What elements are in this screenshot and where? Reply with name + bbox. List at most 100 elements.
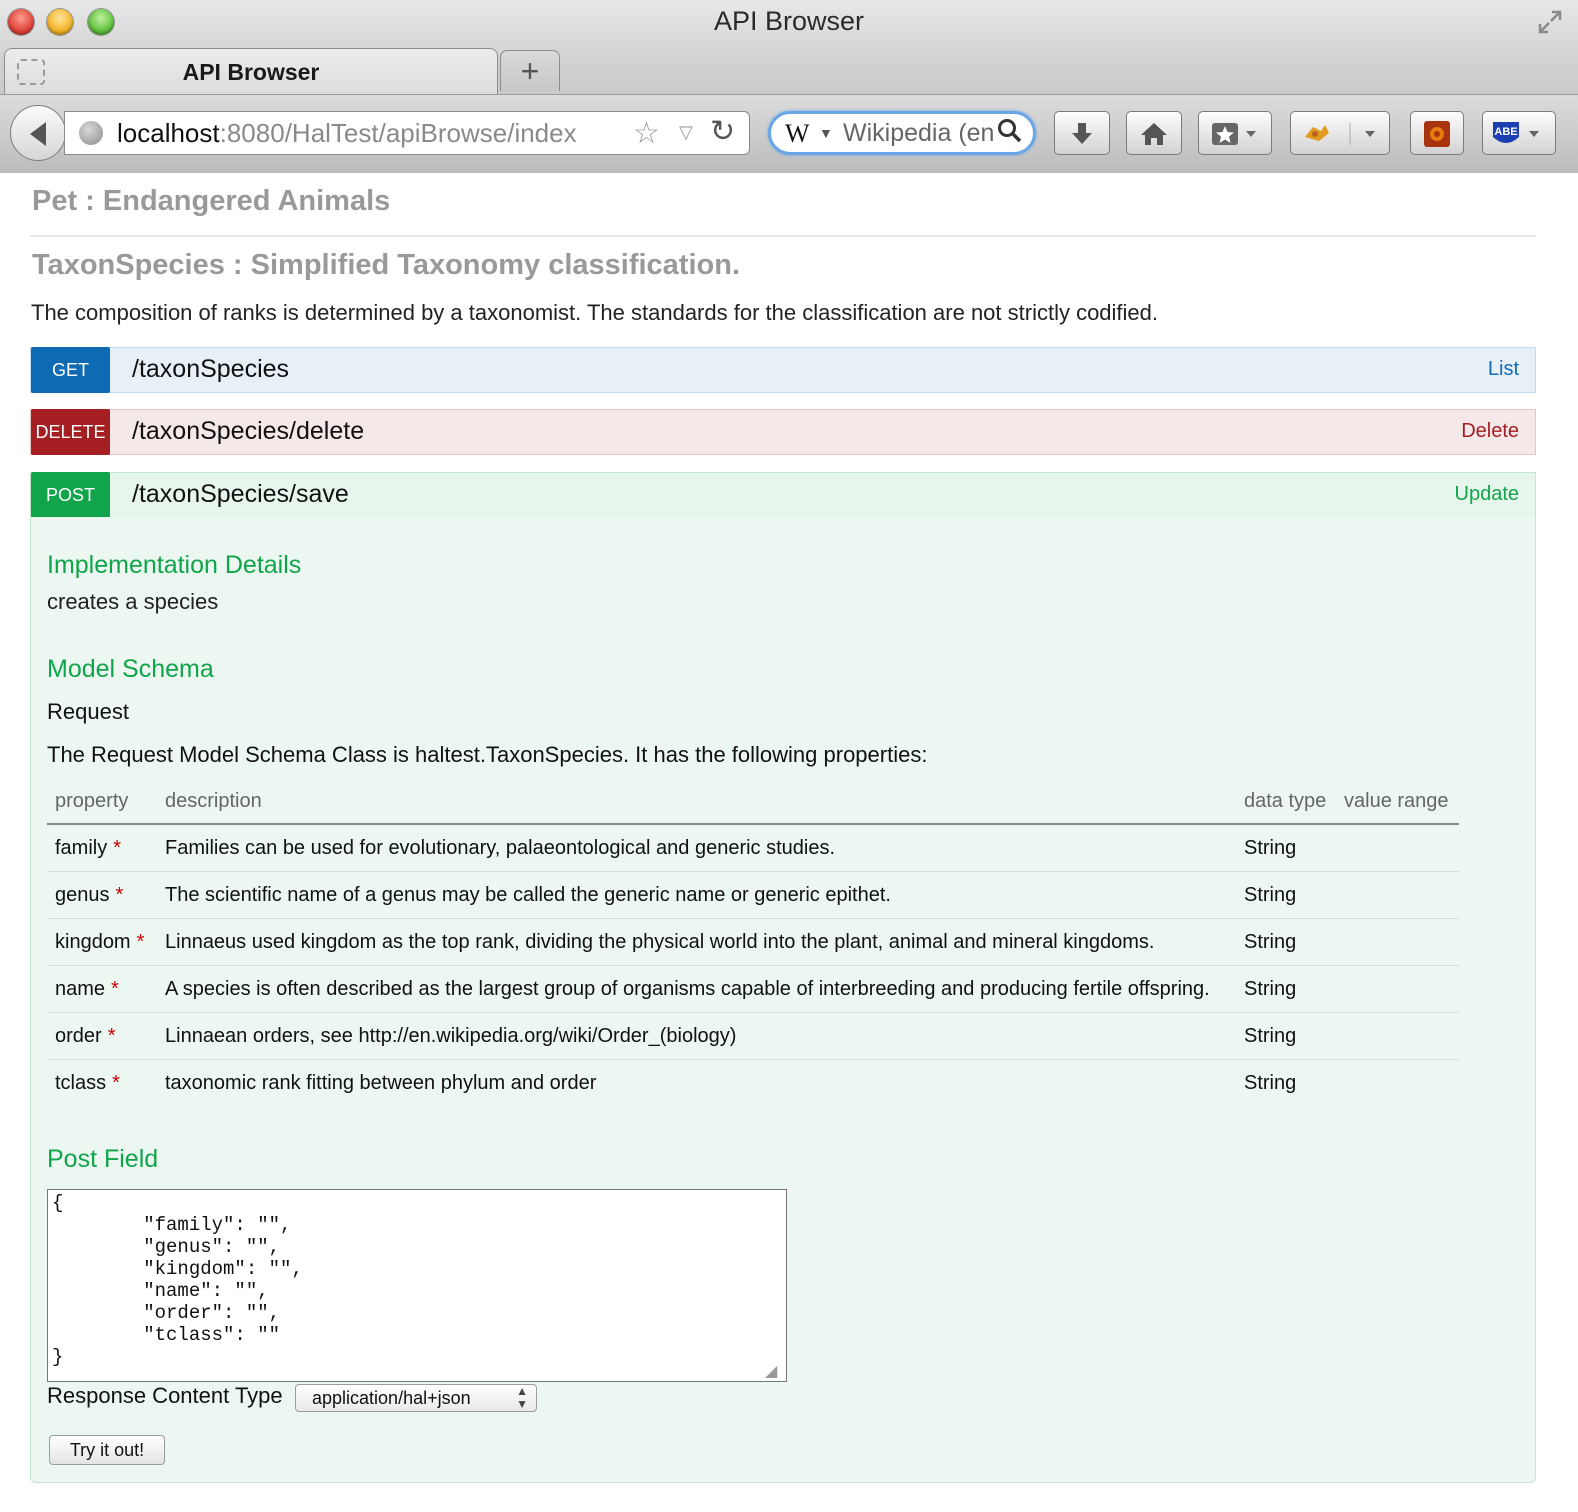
table-header-row: property description data type value ran… <box>47 779 1459 825</box>
property-name: family <box>55 836 108 859</box>
property-type: String <box>1244 836 1297 859</box>
model-schema-heading: Model Schema <box>47 655 214 683</box>
response-content-type-select[interactable]: application/hal+json ▲ ▼ <box>295 1384 537 1412</box>
method-badge[interactable]: POST <box>31 472 110 518</box>
property-name-cell: family * <box>47 824 157 872</box>
globe-icon <box>79 121 103 145</box>
home-icon <box>1141 122 1167 145</box>
implementation-heading: Implementation Details <box>47 551 302 579</box>
star-icon[interactable]: ☆ <box>633 116 660 151</box>
property-name-cell: genus * <box>47 871 157 919</box>
property-name-cell: tclass * <box>47 1059 157 1106</box>
property-description: taxonomic rank fitting between phylum an… <box>157 1059 1236 1106</box>
property-name-cell: kingdom * <box>47 918 157 966</box>
table-row: genus * The scientific name of a genus may… <box>47 871 1459 919</box>
browser-chrome: API Browser API Browser + localhost:8080… <box>0 0 1578 173</box>
extension-button-2[interactable] <box>1410 111 1464 155</box>
required-marker: * <box>113 836 122 859</box>
extension-button-1[interactable] <box>1290 111 1390 155</box>
bookmarks-star-icon <box>1212 122 1256 145</box>
table-row: kingdom * Linnaeus used kingdom as the top… <box>47 918 1459 966</box>
bookmarks-button[interactable] <box>1198 111 1272 155</box>
property-type: String <box>1236 871 1336 919</box>
property-description: A species is often described as the larg… <box>157 965 1236 1013</box>
wikipedia-icon[interactable]: W <box>785 119 810 149</box>
page-content: Pet : Endangered Animals TaxonSpecies : … <box>0 173 1578 1512</box>
reload-icon[interactable]: ↻ <box>710 114 735 149</box>
resize-grip-icon[interactable]: ◢ <box>765 1361 777 1381</box>
property-range <box>1336 871 1459 919</box>
abe-extension-icon: ABE <box>1493 121 1539 143</box>
downloads-button[interactable] <box>1054 111 1110 155</box>
operation-path[interactable]: /taxonSpecies <box>132 355 289 384</box>
address-bar[interactable]: localhost:8080/HalTest/apiBrowse/index ☆… <box>64 111 750 155</box>
operation-get[interactable]: GET /taxonSpecies List <box>30 347 1536 393</box>
post-body-textarea[interactable] <box>47 1189 787 1382</box>
required-marker: * <box>115 883 124 906</box>
operation-delete[interactable]: DELETE /taxonSpecies/delete Delete <box>30 409 1536 455</box>
browser-tab[interactable]: API Browser <box>4 48 498 95</box>
search-bar[interactable]: W ▼ Wikipedia (en <box>768 111 1036 155</box>
species-title[interactable]: TaxonSpecies : Simplified Taxonomy class… <box>32 249 740 282</box>
fullscreen-icon[interactable] <box>1536 8 1564 36</box>
resource-title[interactable]: Pet : Endangered Animals <box>32 185 390 218</box>
implementation-notes: creates a species <box>47 589 219 614</box>
operation-post[interactable]: POST /taxonSpecies/save Update <box>30 472 1536 518</box>
try-it-out-button[interactable]: Try it out! <box>49 1435 165 1465</box>
property-description: Linnaean orders, see http://en.wikipedia… <box>157 1012 1236 1060</box>
chevron-down-icon[interactable]: ▽ <box>679 122 693 143</box>
new-tab-button[interactable]: + <box>500 50 560 91</box>
url-path: :8080/HalTest/apiBrowse/index <box>219 118 577 148</box>
post-field-heading: Post Field <box>47 1145 159 1173</box>
property-name-cell: order * <box>47 1012 157 1060</box>
property-range <box>1336 965 1459 1013</box>
column-header: property <box>47 779 157 825</box>
search-engine-dropdown-icon[interactable]: ▼ <box>819 125 833 141</box>
property-type: String <box>1236 1059 1336 1106</box>
magnifier-icon[interactable] <box>997 118 1023 151</box>
method-badge[interactable]: DELETE <box>31 409 110 455</box>
column-header: data type <box>1236 779 1336 825</box>
response-content-type-label: Response Content Type <box>47 1383 283 1408</box>
property-description: Families can be used for evolutionary, p… <box>165 836 836 859</box>
extension-button-3[interactable]: ABE <box>1482 111 1556 155</box>
request-label: Request <box>47 699 129 724</box>
svg-text:ABE: ABE <box>1494 126 1517 138</box>
property-name-cell: name * <box>47 965 157 1013</box>
operation-summary-link[interactable]: Delete <box>1461 420 1519 443</box>
property-type: String <box>1236 965 1336 1013</box>
model-description: The Request Model Schema Class is haltes… <box>47 742 928 767</box>
back-arrow-icon <box>30 122 46 146</box>
table-row: tclass * taxonomic rank fitting between ph… <box>47 1059 1459 1106</box>
url-text[interactable]: localhost:8080/HalTest/apiBrowse/index <box>117 118 577 149</box>
home-button[interactable] <box>1126 111 1182 155</box>
required-marker: * <box>111 977 119 1000</box>
property-name: tclass <box>55 1071 107 1094</box>
property-description: The scientific name of a genus may be ca… <box>157 871 1236 919</box>
selected-content-type: application/hal+json <box>312 1388 471 1408</box>
select-arrows-icon: ▲ ▼ <box>516 1384 528 1411</box>
property-name: name <box>55 977 106 1000</box>
method-badge[interactable]: GET <box>31 347 110 393</box>
operation-path[interactable]: /taxonSpecies/delete <box>132 417 364 446</box>
red-extension-icon <box>1424 120 1450 147</box>
table-row: order * Linnaean orders, see http://en.wik… <box>47 1012 1459 1060</box>
puzzle-extension-icon <box>1305 122 1375 145</box>
properties-table: property description data type value ran… <box>47 779 1459 1106</box>
operation-summary-link[interactable]: Update <box>1455 483 1520 506</box>
tab-title: API Browser <box>182 59 320 85</box>
operation-summary-link[interactable]: List <box>1488 358 1519 381</box>
window-title: API Browser <box>713 6 865 36</box>
search-input[interactable]: Wikipedia (en <box>843 119 993 148</box>
property-name: genus <box>55 883 110 906</box>
property-range <box>1336 824 1459 872</box>
property-type: String <box>1236 918 1336 966</box>
required-marker: * <box>112 1071 120 1094</box>
url-host: localhost <box>117 118 220 148</box>
species-description: The composition of ranks is determined b… <box>31 300 1159 325</box>
operation-path[interactable]: /taxonSpecies/save <box>132 480 349 509</box>
back-button[interactable] <box>10 105 66 161</box>
table-row: family * Families can be used for evolutio… <box>47 824 1459 872</box>
navigation-toolbar: localhost:8080/HalTest/apiBrowse/index ☆… <box>0 94 1578 173</box>
column-header: description <box>157 779 1236 825</box>
